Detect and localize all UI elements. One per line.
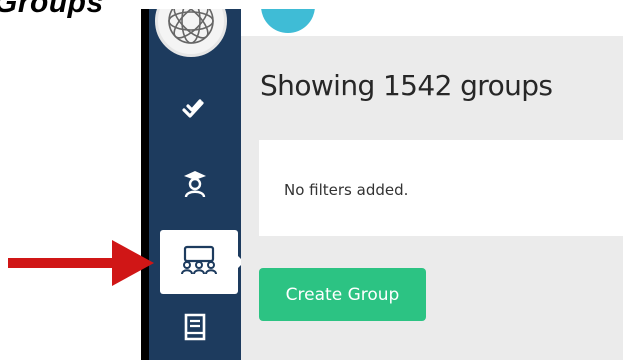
- arrow-icon: [8, 240, 154, 286]
- app-screenshot: Showing 1542 groups No filters added. Cr…: [141, 9, 623, 360]
- sidebar-item-students[interactable]: [149, 155, 241, 217]
- sidebar-item-library[interactable]: [149, 298, 241, 360]
- checkmarks-icon: [182, 98, 208, 126]
- student-icon: [183, 170, 207, 203]
- sidebar-item-groups[interactable]: [160, 230, 241, 294]
- create-group-button[interactable]: Create Group: [259, 268, 426, 321]
- book-icon: [183, 313, 207, 346]
- groups-icon: [179, 245, 219, 280]
- user-avatar[interactable]: [261, 9, 315, 33]
- sidebar: [149, 9, 241, 360]
- filters-panel: No filters added.: [259, 140, 623, 236]
- sidebar-item-tasks[interactable]: [149, 81, 241, 143]
- filters-status: No filters added.: [284, 181, 409, 199]
- groups-count-heading: Showing 1542 groups: [260, 69, 553, 102]
- top-bar: [241, 9, 623, 36]
- logo: [155, 9, 227, 57]
- main-content: Showing 1542 groups No filters added. Cr…: [241, 9, 623, 360]
- page-title: Groups: [0, 0, 104, 19]
